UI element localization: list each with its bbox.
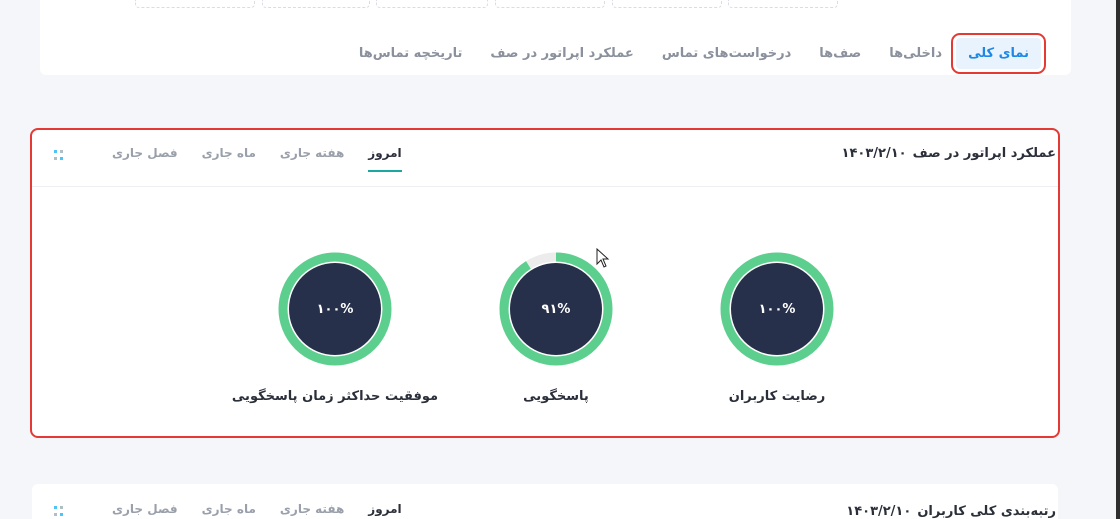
period-tabs: امروز هفته جاری ماه جاری فصل جاری (88, 146, 402, 172)
nav-tabs-card: نمای کلی داخلی‌ها صف‌ها درخواست‌های تماس… (40, 0, 1071, 75)
tab-operator-queue-performance[interactable]: عملکرد اپراتور در صف (476, 46, 647, 61)
period-tab-season[interactable]: فصل جاری (112, 146, 178, 172)
gauge-max-response-time-success: ۱۰۰% (277, 251, 393, 367)
card-title: عملکرد اپراتور در صف ۱۴۰۳/۲/۱۰ (842, 146, 1056, 161)
tab-extensions[interactable]: داخلی‌ها (875, 46, 956, 61)
tab-queues[interactable]: صف‌ها (805, 46, 875, 61)
filter-box (376, 0, 488, 8)
period-tab-today[interactable]: امروز (368, 146, 402, 172)
scrollbar-thumb[interactable] (1116, 0, 1120, 519)
tab-call-history[interactable]: تاریخچه تماس‌ها (345, 46, 477, 61)
gauge-value: ۱۰۰% (758, 301, 796, 317)
period-tab-month[interactable]: ماه جاری (202, 502, 256, 519)
period-tab-week[interactable]: هفته جاری (280, 146, 344, 172)
user-ranking-card: رتبه‌بندی کلی کاربران ۱۴۰۳/۲/۱۰ امروز هفت… (32, 484, 1058, 519)
tab-overview[interactable]: نمای کلی (951, 33, 1046, 74)
grid-dots-icon[interactable] (54, 150, 64, 160)
period-tabs: امروز هفته جاری ماه جاری فصل جاری (88, 502, 402, 519)
gauge-label-responsiveness: پاسخگویی (523, 389, 589, 404)
card-header: عملکرد اپراتور در صف ۱۴۰۳/۲/۱۰ امروز هفته… (32, 130, 1058, 187)
filter-box (728, 0, 838, 8)
filter-box (262, 0, 370, 8)
period-tab-month[interactable]: ماه جاری (202, 146, 256, 172)
card-title-text: عملکرد اپراتور در صف (912, 146, 1056, 161)
card-title-text: رتبه‌بندی کلی کاربران (917, 504, 1056, 519)
grid-dots-icon[interactable] (54, 506, 64, 516)
tab-callback-requests[interactable]: درخواست‌های تماس (648, 46, 805, 61)
period-tab-today[interactable]: امروز (368, 502, 401, 519)
filter-box (495, 0, 605, 8)
operator-performance-card: عملکرد اپراتور در صف ۱۴۰۳/۲/۱۰ امروز هفته… (30, 128, 1060, 438)
card-title: رتبه‌بندی کلی کاربران ۱۴۰۳/۲/۱۰ (846, 504, 1056, 519)
gauge-value: ۱۰۰% (316, 301, 354, 317)
top-tabs: نمای کلی داخلی‌ها صف‌ها درخواست‌های تماس… (345, 33, 1046, 74)
mouse-pointer-icon (596, 248, 610, 268)
gauge-label-user-satisfaction: رضایت کاربران (728, 389, 826, 404)
period-tab-season[interactable]: فصل جاری (112, 502, 178, 519)
gauge-responsiveness: ۹۱% (498, 251, 614, 367)
card-header: رتبه‌بندی کلی کاربران ۱۴۰۳/۲/۱۰ امروز هفت… (32, 484, 1058, 519)
card-date: ۱۴۰۳/۲/۱۰ (841, 146, 907, 161)
gauge-label-max-response-time-success: موفقیت حداکثر زمان پاسخگویی (231, 389, 439, 404)
gauge-user-satisfaction: ۱۰۰% (719, 251, 835, 367)
filter-box (135, 0, 255, 8)
card-date: ۱۴۰۳/۲/۱۰ (846, 504, 912, 519)
gauge-value: ۹۱% (541, 301, 571, 317)
filter-box (612, 0, 722, 8)
period-tab-week[interactable]: هفته جاری (280, 502, 344, 519)
